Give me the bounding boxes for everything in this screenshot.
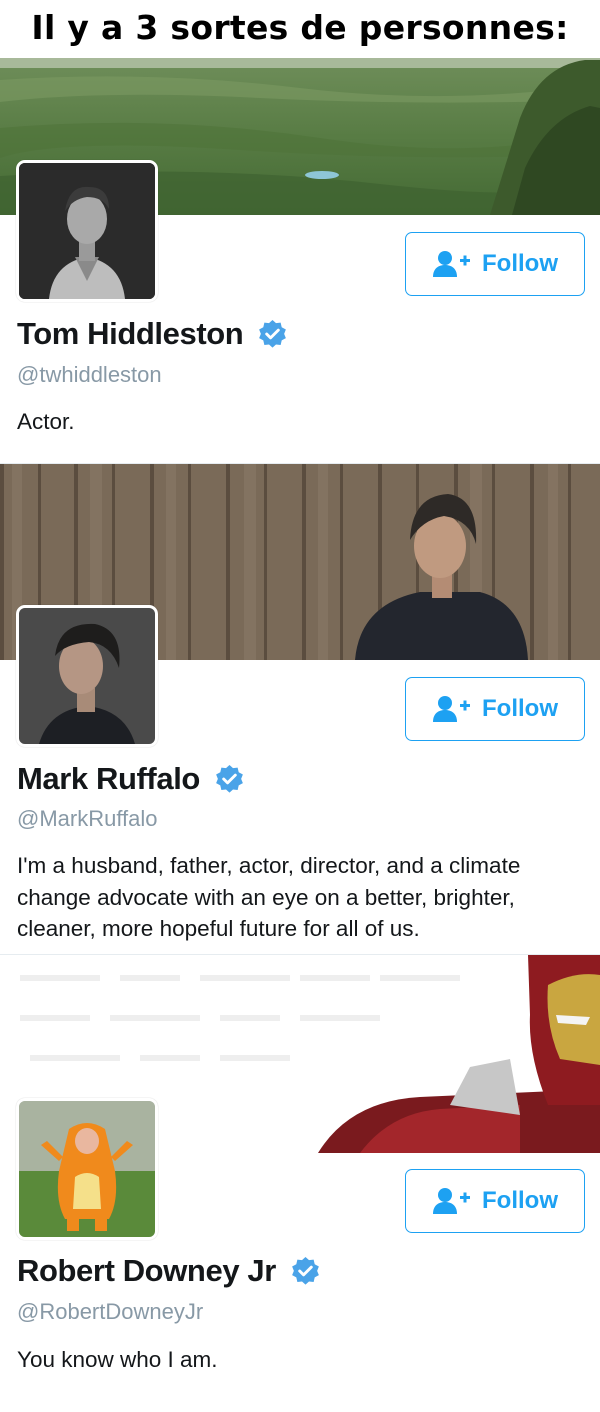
follow-button[interactable]: Follow bbox=[405, 1169, 585, 1233]
profile-name[interactable]: Tom Hiddleston bbox=[17, 316, 244, 352]
verified-badge-icon bbox=[257, 319, 288, 350]
add-user-icon bbox=[432, 694, 472, 724]
profile-bio: I'm a husband, father, actor, director, … bbox=[17, 853, 521, 941]
follow-button[interactable]: Follow bbox=[405, 677, 585, 741]
profile-name-row: Robert Downey Jr bbox=[17, 1253, 321, 1289]
avatar-photo-man-profile bbox=[19, 608, 155, 744]
follow-button-label: Follow bbox=[482, 1187, 558, 1214]
profile-card-mark-ruffalo: Follow Mark Ruffalo @MarkRuffalo I'm a h… bbox=[0, 464, 600, 954]
profile-name-row: Tom Hiddleston bbox=[17, 316, 288, 352]
follow-button-label: Follow bbox=[482, 250, 558, 277]
add-user-icon bbox=[432, 249, 472, 279]
avatar[interactable] bbox=[16, 1098, 158, 1240]
profile-bio: You know who I am. bbox=[17, 1347, 218, 1372]
avatar[interactable] bbox=[16, 605, 158, 747]
avatar-photo-man-in-shirt bbox=[19, 163, 155, 299]
profile-card-robert-downey-jr: Follow Robert Downey Jr @RobertDowneyJr … bbox=[0, 955, 600, 1412]
profile-handle[interactable]: @twhiddleston bbox=[17, 362, 162, 388]
profile-bio: Actor. bbox=[17, 409, 75, 434]
profile-card-tom-hiddleston: Follow Tom Hiddleston @twhiddleston Acto… bbox=[0, 58, 600, 463]
profile-name-row: Mark Ruffalo bbox=[17, 761, 245, 797]
profile-handle[interactable]: @RobertDowneyJr bbox=[17, 1299, 203, 1325]
profile-name[interactable]: Robert Downey Jr bbox=[17, 1253, 276, 1289]
avatar-photo-person-in-costume bbox=[19, 1101, 155, 1237]
profile-name[interactable]: Mark Ruffalo bbox=[17, 761, 200, 797]
add-user-icon bbox=[432, 1186, 472, 1216]
follow-button-label: Follow bbox=[482, 695, 558, 722]
profile-handle[interactable]: @MarkRuffalo bbox=[17, 806, 158, 832]
avatar[interactable] bbox=[16, 160, 158, 302]
verified-badge-icon bbox=[290, 1256, 321, 1287]
follow-button[interactable]: Follow bbox=[405, 232, 585, 296]
meme-title: Il y a 3 sortes de personnes: bbox=[0, 0, 600, 58]
verified-badge-icon bbox=[214, 764, 245, 795]
